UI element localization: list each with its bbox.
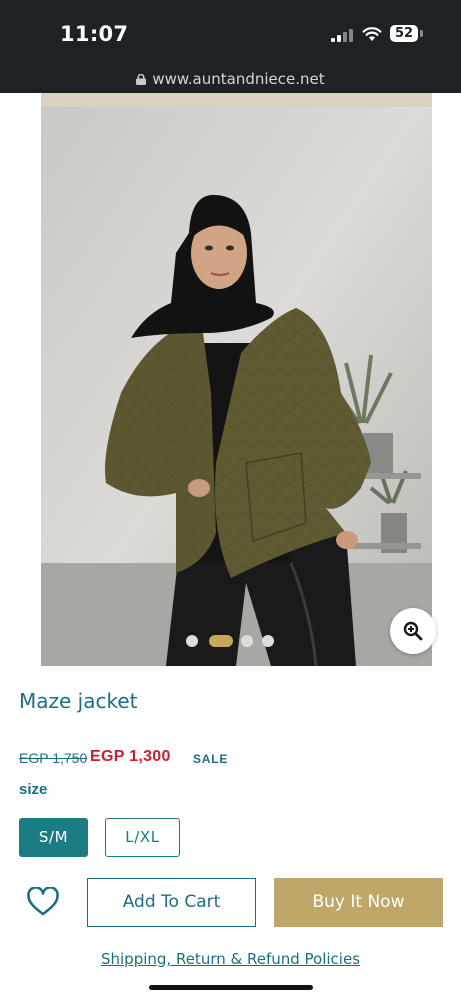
buy-now-button[interactable]: Buy It Now <box>274 878 443 927</box>
zoom-button[interactable] <box>390 608 436 654</box>
product-title: Maze jacket <box>19 689 138 713</box>
original-price: EGP 1,750 <box>19 750 88 766</box>
carousel-dot[interactable] <box>241 635 253 647</box>
carousel-dot[interactable] <box>262 635 274 647</box>
zoom-in-icon <box>403 621 423 641</box>
size-label: size <box>19 781 48 798</box>
battery-indicator: 52 <box>390 25 418 42</box>
product-image[interactable] <box>41 93 432 666</box>
battery-cap <box>420 30 423 37</box>
sale-price: EGP 1,300 <box>90 748 171 765</box>
size-option-lxl[interactable]: L/XL <box>105 818 180 857</box>
add-to-cart-button[interactable]: Add To Cart <box>87 878 256 927</box>
address-bar[interactable]: www.auntandniece.net <box>0 70 461 88</box>
status-time: 11:07 <box>60 22 129 46</box>
carousel-dot-active[interactable] <box>209 635 233 647</box>
home-indicator <box>149 985 313 990</box>
carousel-dot[interactable] <box>186 635 198 647</box>
policies-link[interactable]: Shipping, Return & Refund Policies <box>0 950 461 968</box>
status-bar: 11:07 52 www.auntandniece.net <box>0 0 461 93</box>
lock-icon <box>136 74 147 85</box>
wishlist-button[interactable] <box>26 886 60 917</box>
size-option-sm[interactable]: S/M <box>19 818 88 857</box>
signal-icon <box>331 29 353 42</box>
page-url: www.auntandniece.net <box>152 70 325 88</box>
heart-icon <box>27 886 59 916</box>
wifi-icon <box>362 27 382 41</box>
sale-badge: SALE <box>193 752 229 766</box>
